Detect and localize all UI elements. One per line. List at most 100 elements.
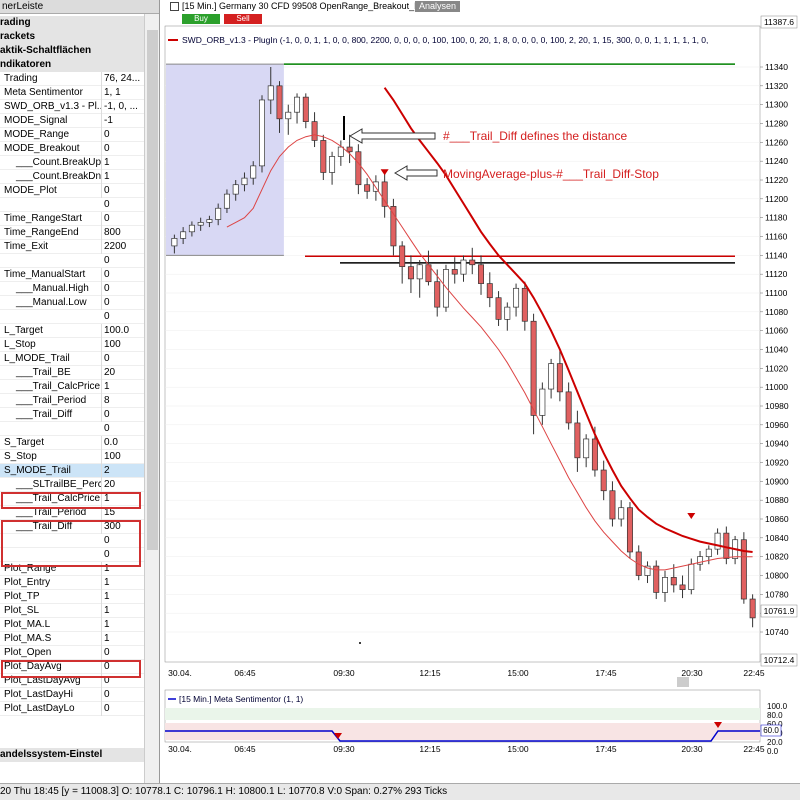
section-header[interactable]: ndikatoren [0,58,144,72]
property-row[interactable]: 0 [0,422,144,436]
property-value[interactable]: 8 [104,394,144,408]
property-value[interactable]: 0 [104,702,144,716]
property-row[interactable]: 0 [0,198,144,212]
property-row[interactable]: ___Manual.High 0 [0,282,144,296]
property-value[interactable]: 1 [104,492,144,506]
property-value[interactable]: -1 [104,114,144,128]
scrollbar-thumb[interactable] [147,30,158,550]
property-value[interactable]: 0 [104,296,144,310]
price-chart[interactable]: SWD_ORB_v1.3 - PlugIn (-1, 0, 0, 1, 1, 0… [160,0,800,783]
property-value[interactable]: 0 [104,310,144,324]
property-row[interactable]: Plot_Open 0 [0,646,144,660]
property-row[interactable]: L_Stop 100 [0,338,144,352]
property-row[interactable]: MODE_Signal -1 [0,114,144,128]
property-value[interactable]: 0 [104,646,144,660]
property-value[interactable]: 0 [104,674,144,688]
property-row[interactable]: ___Trail_Diff 300 [0,520,144,534]
property-value[interactable]: 1 [104,576,144,590]
property-value[interactable]: 300 [104,520,144,534]
property-value[interactable]: 0 [104,142,144,156]
property-value[interactable]: 1 [104,380,144,394]
property-value[interactable]: 15 [104,506,144,520]
property-value[interactable]: 0 [104,534,144,548]
property-value[interactable]: 100 [104,338,144,352]
property-value[interactable]: 1 [104,156,144,170]
property-row[interactable]: Plot_SL 1 [0,604,144,618]
property-value[interactable]: 20 [104,478,144,492]
property-value[interactable]: 20 [104,366,144,380]
property-row[interactable]: Plot_LastDayLo 0 [0,702,144,716]
property-value[interactable]: 0 [104,212,144,226]
property-row[interactable]: 0 [0,254,144,268]
property-row[interactable]: ___Trail_Period 15 [0,506,144,520]
property-row[interactable]: ___Count.BreakDn 1 [0,170,144,184]
property-value[interactable]: 0 [104,198,144,212]
property-row[interactable]: Plot_Range 1 [0,562,144,576]
property-row[interactable]: Time_ManualStart 0 [0,268,144,282]
property-row[interactable]: ___SLTrailBE_Perc 20 [0,478,144,492]
property-row[interactable]: Time_RangeStart 0 [0,212,144,226]
property-value[interactable]: 0 [104,660,144,674]
property-row[interactable]: Time_RangeEnd 800 [0,226,144,240]
property-row[interactable]: ___Trail_Period 8 [0,394,144,408]
property-row[interactable]: S_MODE_Trail 2 [0,464,144,478]
property-row[interactable]: Time_Exit 2200 [0,240,144,254]
property-row[interactable]: Plot_TP 1 [0,590,144,604]
property-row[interactable]: 0 [0,548,144,562]
property-value[interactable]: 800 [104,226,144,240]
property-value[interactable]: 1 [104,604,144,618]
panel-scrollbar[interactable] [144,14,159,783]
property-row[interactable]: Plot_Entry 1 [0,576,144,590]
property-row[interactable]: S_Stop 100 [0,450,144,464]
property-row[interactable]: ___Manual.Low 0 [0,296,144,310]
property-value[interactable]: 0 [104,688,144,702]
property-value[interactable]: 0 [104,408,144,422]
property-row[interactable]: Plot_LastDayAvg 0 [0,674,144,688]
property-value[interactable]: 0 [104,184,144,198]
property-value[interactable]: 1 [104,590,144,604]
property-value[interactable]: 0 [104,254,144,268]
property-value[interactable]: 1 [104,632,144,646]
property-value[interactable]: 1 [104,562,144,576]
property-row[interactable]: 0 [0,534,144,548]
property-row[interactable]: Plot_MA.S 1 [0,632,144,646]
property-value[interactable]: 0 [104,352,144,366]
property-row[interactable]: ___Trail_CalcPrice 1 [0,492,144,506]
property-value[interactable]: 0 [104,548,144,562]
property-value[interactable]: 76, 24... [104,72,144,86]
property-row[interactable]: MODE_Breakout 0 [0,142,144,156]
property-row[interactable]: 0 [0,310,144,324]
property-value[interactable]: 0 [104,422,144,436]
property-row[interactable]: Plot_LastDayHi 0 [0,688,144,702]
property-row[interactable]: MODE_Plot 0 [0,184,144,198]
property-row[interactable]: ___Count.BreakUp 1 [0,156,144,170]
section-header[interactable]: aktik-Schaltflächen [0,44,144,58]
property-value[interactable]: 1 [104,618,144,632]
property-row[interactable]: MODE_Range 0 [0,128,144,142]
property-value[interactable]: 100 [104,450,144,464]
section-header[interactable]: andelssystem-Einstellungen [0,748,144,762]
property-row[interactable]: SWD_ORB_v1.3 - Pl... -1, 0, ... [0,100,144,114]
section-header[interactable]: rackets [0,30,144,44]
property-value[interactable]: 2 [104,464,144,478]
property-value[interactable]: 1, 1 [104,86,144,100]
h-scroll-thumb[interactable] [677,677,689,687]
property-row[interactable]: L_MODE_Trail 0 [0,352,144,366]
property-value[interactable]: 0 [104,268,144,282]
property-row[interactable]: S_Target 0.0 [0,436,144,450]
property-row[interactable]: L_Target 100.0 [0,324,144,338]
property-value[interactable]: -1, 0, ... [104,100,144,114]
property-value[interactable]: 1 [104,170,144,184]
property-value[interactable]: 100.0 [104,324,144,338]
property-value[interactable]: 2200 [104,240,144,254]
section-header[interactable]: rading [0,16,144,30]
property-row[interactable]: Plot_MA.L 1 [0,618,144,632]
property-row[interactable]: Plot_DayAvg 0 [0,660,144,674]
property-row[interactable]: ___Trail_Diff 0 [0,408,144,422]
property-value[interactable]: 0.0 [104,436,144,450]
property-value[interactable]: 0 [104,282,144,296]
property-row[interactable]: ___Trail_BE 20 [0,366,144,380]
property-row[interactable]: Trading 76, 24... [0,72,144,86]
property-row[interactable]: ___Trail_CalcPrice 1 [0,380,144,394]
property-value[interactable]: 0 [104,128,144,142]
